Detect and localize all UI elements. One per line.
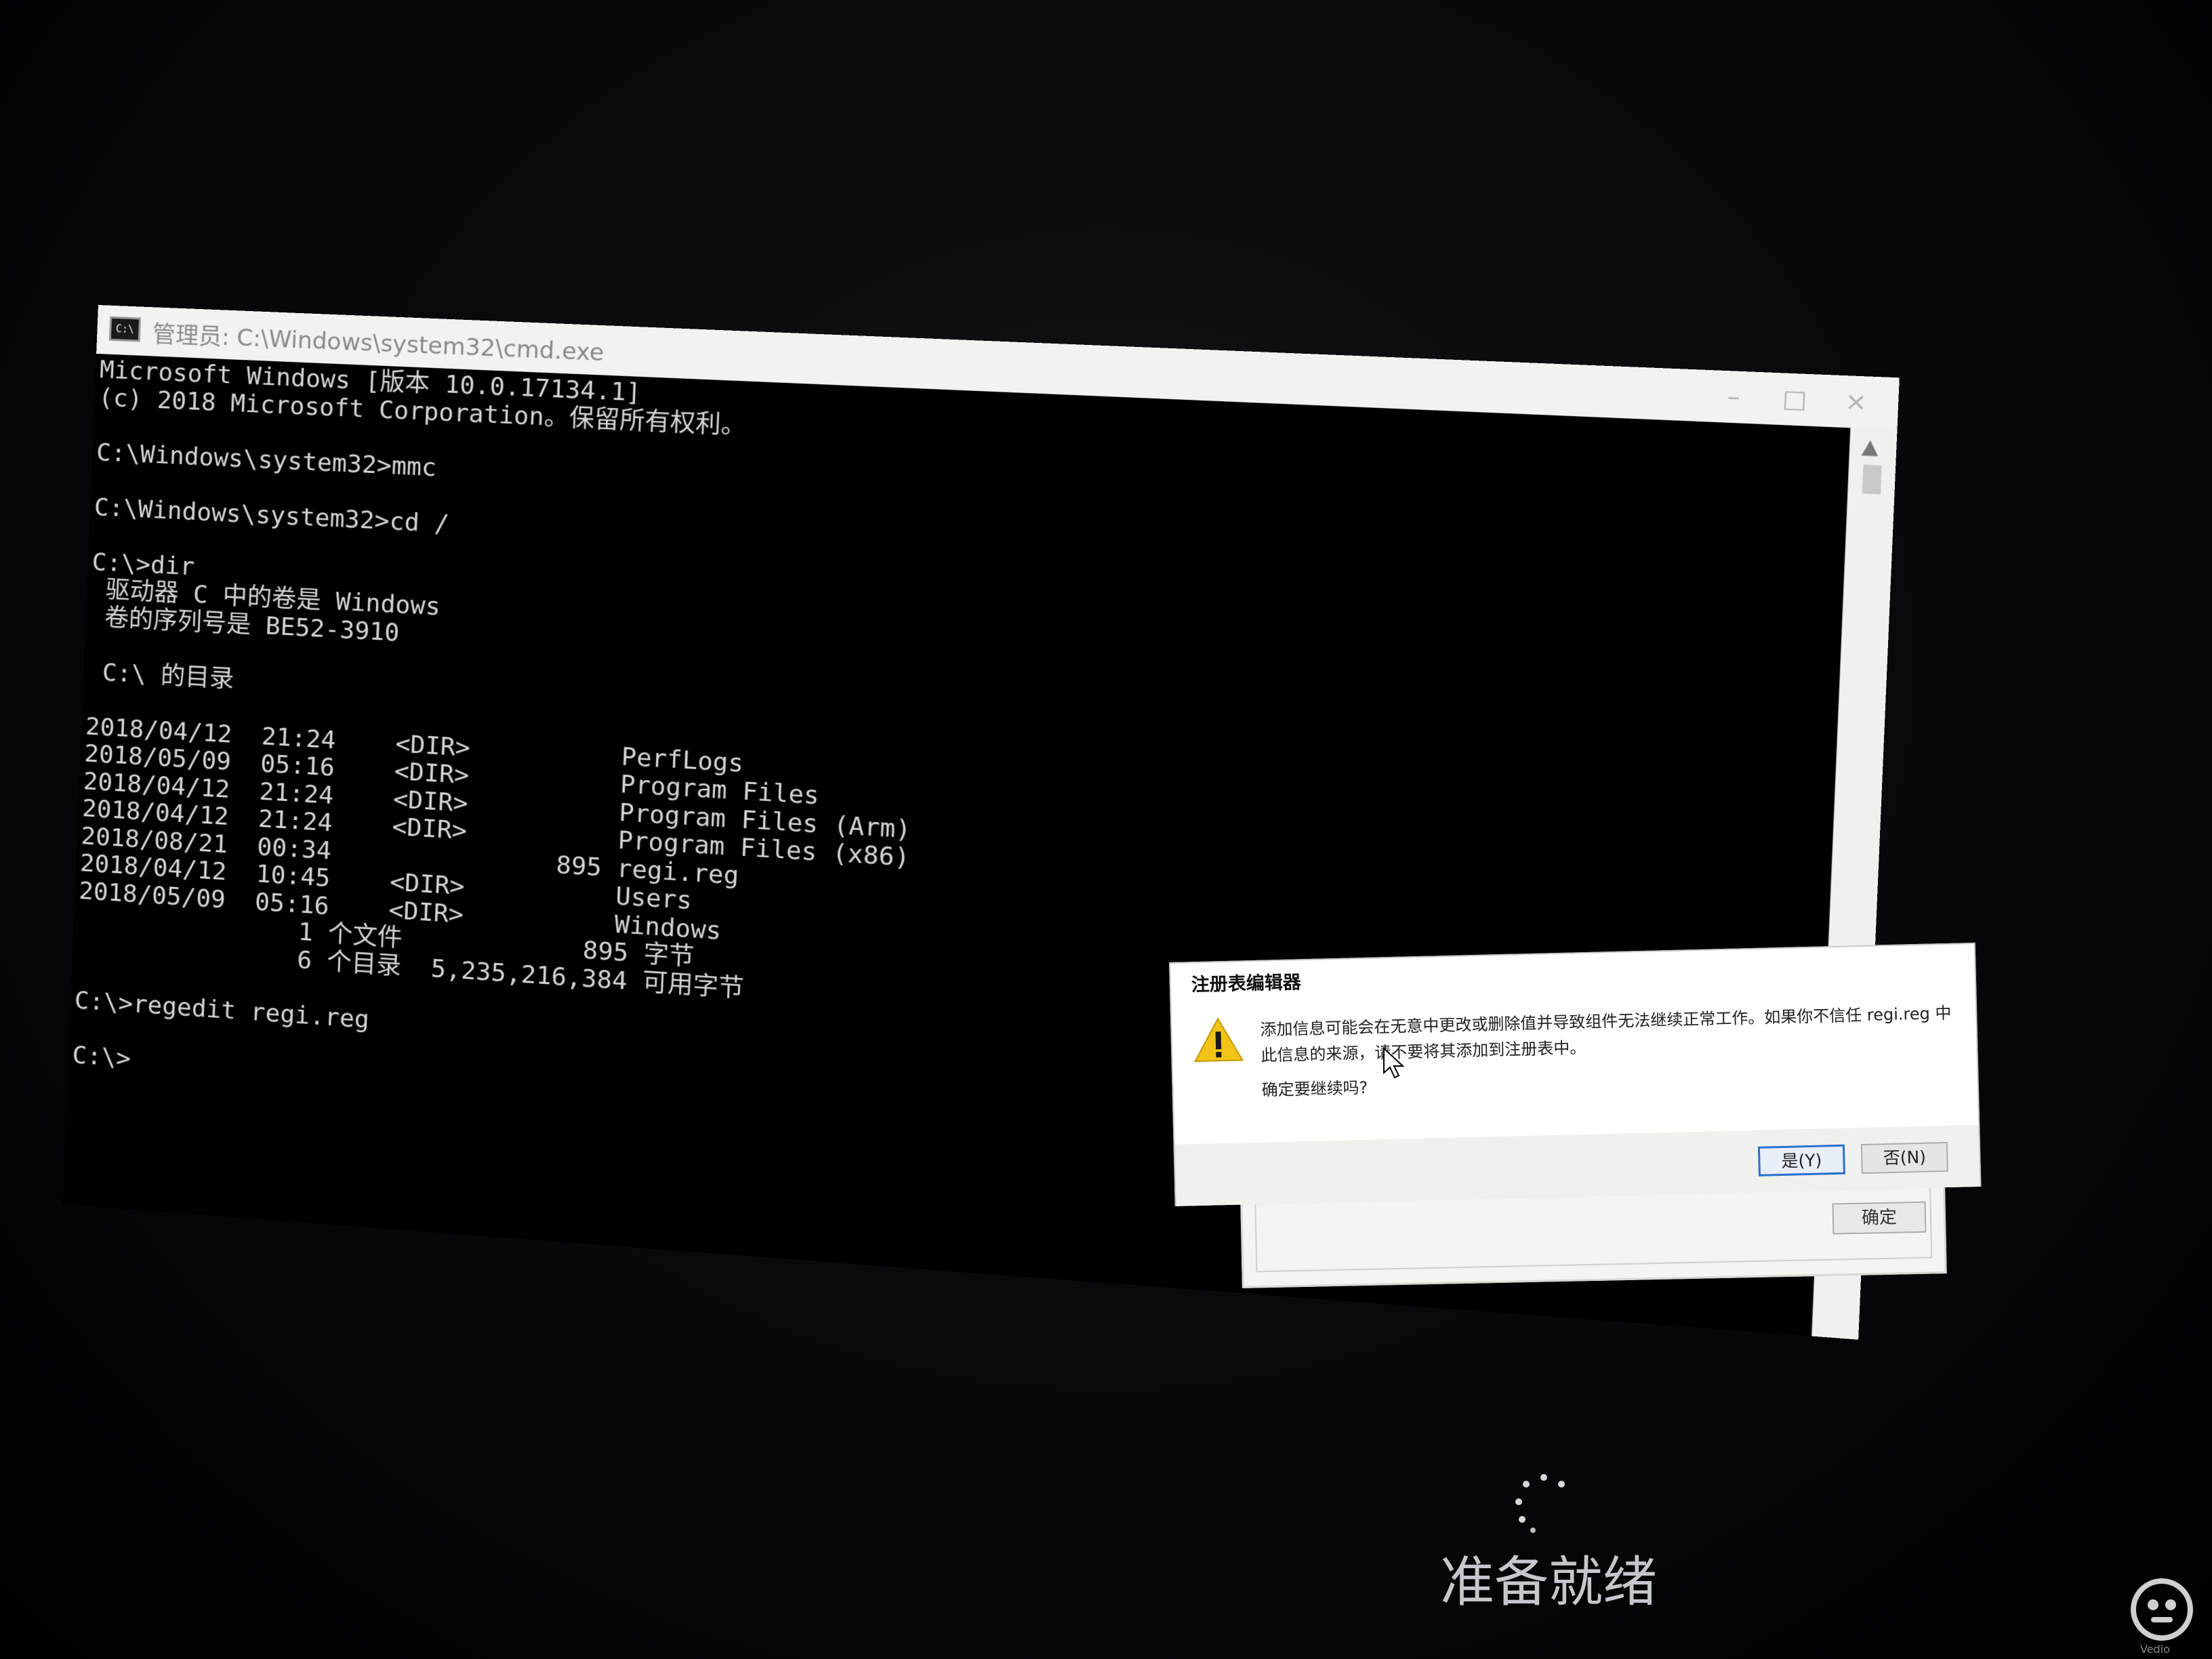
window-controls: – □ × [1706, 375, 1884, 423]
maximize-icon[interactable]: □ [1767, 378, 1822, 421]
loading-status-text: 准备就绪 [1440, 1551, 1657, 1614]
loading-spinner-icon [1515, 1474, 1565, 1533]
registry-editor-dialog[interactable]: 注册表编辑器 添加信息可能会在无意中更改或删除值并导致组件无法继续正常工作。如果… [1169, 942, 1982, 1206]
dialog-message: 添加信息可能会在无意中更改或删除值并导致组件无法继续正常工作。如果你不信任 re… [1260, 1003, 1952, 1065]
dialog-content: 添加信息可能会在无意中更改或删除值并导致组件无法继续正常工作。如果你不信任 re… [1171, 979, 1979, 1145]
dialog-title: 注册表编辑器 [1191, 972, 1302, 996]
dialog-question: 确定要继续吗? [1261, 1078, 1368, 1100]
minimize-icon[interactable]: – [1706, 375, 1761, 418]
console-output: Microsoft Windows [版本 10.0.17134.1] (c) 2… [72, 356, 929, 1126]
close-icon[interactable]: × [1828, 381, 1884, 424]
no-button[interactable]: 否(N) [1860, 1142, 1948, 1174]
ok-button[interactable]: 确定 [1832, 1201, 1927, 1235]
watermark-logo-icon [2131, 1578, 2193, 1641]
watermark-text: Vedio [2140, 1643, 2170, 1656]
warning-icon [1193, 1017, 1244, 1063]
scroll-up-icon[interactable]: ▲ [1862, 434, 1879, 459]
mouse-cursor-icon [1383, 1047, 1405, 1079]
scroll-thumb[interactable] [1862, 464, 1882, 495]
yes-button[interactable]: 是(Y) [1757, 1144, 1845, 1176]
cmd-app-icon: C:\ [108, 316, 142, 342]
